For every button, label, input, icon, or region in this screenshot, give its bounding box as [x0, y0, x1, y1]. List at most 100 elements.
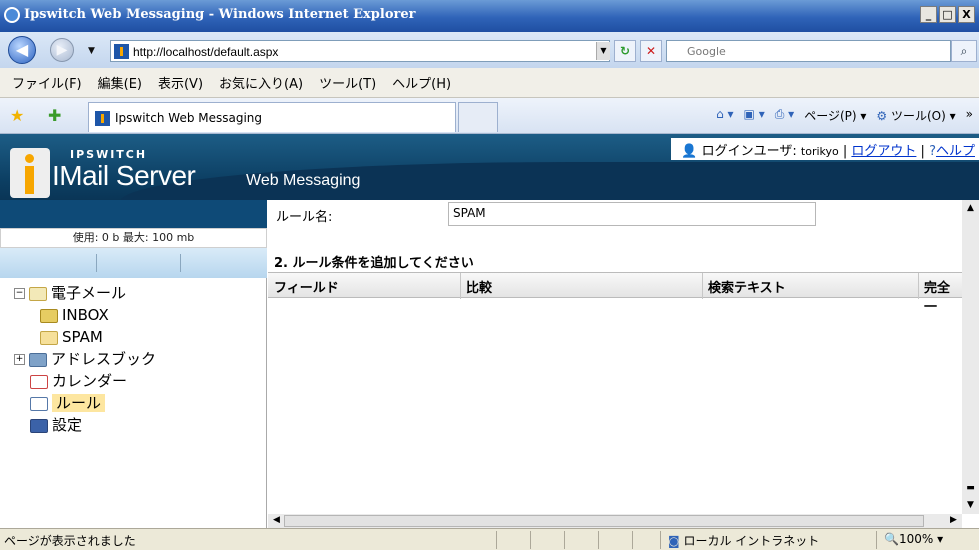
col-field[interactable]: フィールド	[274, 277, 339, 296]
tab-favicon-icon	[95, 111, 110, 126]
home-icon[interactable]: ⌂ ▾	[716, 107, 733, 124]
mail-icon	[29, 286, 47, 301]
imail-logo-icon	[10, 148, 50, 198]
rules-icon	[30, 396, 48, 411]
section-title: 2. ルール条件を追加してください	[274, 256, 474, 271]
close-button[interactable]: X	[958, 6, 975, 23]
rule-editor: ルール名: SPAM 2. ルール条件を追加してください フィールド 比較 検索…	[268, 200, 962, 514]
page-menu[interactable]: ページ(P) ▾	[804, 107, 866, 124]
rule-name-input[interactable]: SPAM	[448, 202, 816, 226]
intranet-icon: ◙	[668, 534, 680, 548]
settings-icon	[30, 418, 48, 433]
menu-help[interactable]: ヘルプ(H)	[384, 73, 459, 92]
search-placeholder: Google	[687, 45, 726, 58]
conditions-table-header: フィールド 比較 検索テキスト 完全一	[268, 272, 962, 315]
sidebar-item-settings[interactable]: 設定	[30, 414, 82, 436]
collapse-icon[interactable]: −	[14, 288, 25, 299]
sidebar-item-label: SPAM	[62, 328, 103, 346]
address-toolbar: ◀ ▶ ▼ http://localhost/default.aspx ▼ ↻ …	[0, 32, 979, 68]
sidebar-item-inbox[interactable]: INBOX	[40, 304, 109, 326]
scroll-up-icon[interactable]: ▲	[962, 200, 979, 217]
command-bar: ⌂ ▾ ▣ ▾ ⎙ ▾ ページ(P) ▾ ⚙ ツール(O) ▾ »	[716, 107, 973, 124]
username: torikyo	[800, 145, 839, 158]
window-titlebar: Ipswitch Web Messaging - Windows Interne…	[0, 0, 979, 32]
page-content: IPSWITCH IMail Server Web Messaging 👤 ログ…	[0, 134, 979, 528]
sidebar-item-label: カレンダー	[52, 372, 128, 390]
new-tab-button[interactable]	[458, 102, 498, 132]
print-icon[interactable]: ⎙ ▾	[775, 107, 794, 124]
history-dropdown-icon[interactable]: ▼	[88, 46, 95, 56]
horizontal-scroll-thumb[interactable]	[284, 515, 924, 527]
menu-edit[interactable]: 編集(E)	[90, 73, 150, 92]
product-name: IMail Server	[52, 160, 196, 191]
sidebar-item-email[interactable]: − 電子メール	[14, 282, 126, 304]
tools-menu[interactable]: ⚙ ツール(O) ▾	[876, 107, 955, 124]
zoom-icon: 🔍	[884, 532, 899, 546]
zone-label: ローカル イントラネット	[683, 534, 820, 548]
favorites-star-icon[interactable]: ★	[10, 106, 24, 125]
status-text: ページが表示されました	[4, 534, 136, 548]
product-subtitle: Web Messaging	[246, 172, 361, 189]
sidebar-item-label: アドレスブック	[51, 350, 157, 368]
col-comparison[interactable]: 比較	[466, 277, 492, 296]
sidebar-item-label: 設定	[52, 416, 83, 434]
sidebar-item-addressbook[interactable]: + アドレスブック	[14, 348, 156, 370]
sidebar-item-calendar[interactable]: カレンダー	[30, 370, 127, 392]
sidebar-item-label: ルール	[52, 394, 106, 412]
sidebar-toolbar	[0, 248, 267, 278]
search-input[interactable]: Google	[666, 40, 951, 62]
page-menu-label: ページ(P)	[804, 109, 857, 123]
menu-view[interactable]: 表示(V)	[150, 73, 211, 92]
scroll-right-icon[interactable]: ▶	[945, 512, 962, 529]
addressbook-icon	[29, 352, 47, 367]
col-exact-match[interactable]: 完全一	[924, 277, 962, 315]
browser-tab[interactable]: Ipswitch Web Messaging	[88, 102, 456, 132]
address-field[interactable]: http://localhost/default.aspx	[110, 40, 610, 62]
menu-tools[interactable]: ツール(T)	[311, 73, 384, 92]
folder-icon	[40, 330, 58, 345]
menu-bar: ファイル(F) 編集(E) 表示(V) お気に入り(A) ツール(T) ヘルプ(…	[0, 68, 979, 98]
address-dropdown-icon[interactable]: ▼	[596, 42, 610, 60]
help-icon: ?	[929, 144, 936, 159]
window-title: Ipswitch Web Messaging - Windows Interne…	[24, 7, 416, 22]
sidebar-header	[0, 200, 267, 228]
tab-bar: ★ ✚ Ipswitch Web Messaging ⌂ ▾ ▣ ▾ ⎙ ▾ ペ…	[0, 98, 979, 134]
menu-favorites[interactable]: お気に入り(A)	[211, 73, 311, 92]
vertical-scrollbar[interactable]: ▲ ▬ ▼	[962, 200, 979, 514]
expand-icon[interactable]: +	[14, 354, 25, 365]
stop-button[interactable]: ✕	[640, 40, 662, 62]
scroll-left-icon[interactable]: ◀	[268, 512, 285, 529]
add-favorite-icon[interactable]: ✚	[48, 106, 61, 125]
zoom-level: 100%	[898, 532, 934, 546]
user-icon: 👤	[681, 144, 698, 159]
zoom-control[interactable]: 🔍100% ▾	[884, 532, 943, 546]
sidebar-item-spam[interactable]: SPAM	[40, 326, 103, 348]
feeds-icon[interactable]: ▣ ▾	[744, 107, 765, 124]
col-search-text[interactable]: 検索テキスト	[708, 277, 786, 296]
menu-file[interactable]: ファイル(F)	[4, 73, 90, 92]
logout-link[interactable]: ログアウト	[851, 144, 916, 159]
sidebar-item-label: INBOX	[62, 306, 109, 324]
back-button[interactable]: ◀	[8, 36, 36, 64]
more-chevron-icon[interactable]: »	[966, 107, 973, 124]
calendar-icon	[30, 374, 48, 389]
scroll-down-icon[interactable]: ▼	[962, 497, 979, 514]
horizontal-scrollbar[interactable]: ◀ ▶	[268, 514, 962, 528]
login-label: ログインユーザ:	[701, 144, 797, 159]
user-bar: 👤 ログインユーザ: torikyo | ログアウト | ?ヘルプ	[671, 138, 979, 160]
forward-button[interactable]: ▶	[50, 38, 74, 62]
tools-menu-label: ツール(O)	[891, 109, 946, 123]
tab-label: Ipswitch Web Messaging	[115, 111, 263, 125]
scroll-thumb[interactable]: ▬	[962, 480, 979, 497]
maximize-button[interactable]: □	[939, 6, 956, 23]
ie-logo-icon	[4, 7, 20, 23]
minimize-button[interactable]: _	[920, 6, 937, 23]
sidebar: 使用: 0 b 最大: 100 mb − 電子メール INBOX SPAM + アド…	[0, 200, 267, 528]
refresh-button[interactable]: ↻	[614, 40, 636, 62]
inbox-icon	[40, 308, 58, 323]
site-favicon-icon	[114, 44, 129, 59]
help-link[interactable]: ヘルプ	[936, 144, 975, 159]
sidebar-item-rules[interactable]: ルール	[30, 392, 106, 414]
search-button[interactable]: ⌕	[951, 40, 977, 62]
status-bar: ページが表示されました ◙ ローカル イントラネット 🔍100% ▾	[0, 528, 979, 550]
